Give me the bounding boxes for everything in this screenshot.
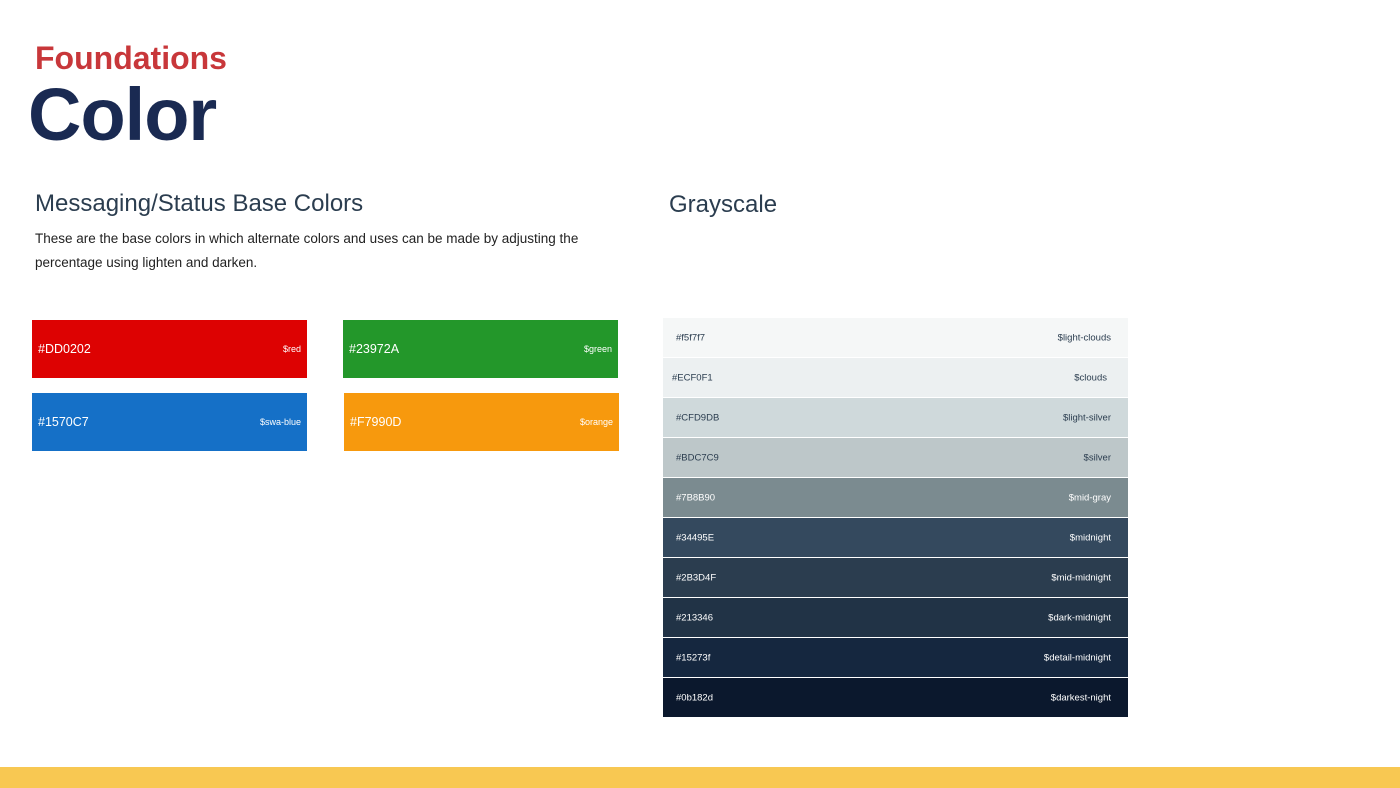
swatch-swa-blue: #1570C7 $swa-blue: [32, 393, 307, 451]
swatch-hex: #DD0202: [38, 342, 91, 356]
grayscale-row-mid-gray: #7B8B90 $mid-gray: [663, 478, 1128, 518]
swatch-hex: #1570C7: [38, 415, 89, 429]
grayscale-variable: $light-clouds: [1057, 332, 1111, 343]
swatch-variable: $orange: [579, 417, 613, 427]
grayscale-variable: $silver: [1083, 452, 1111, 463]
grayscale-hex: #BDC7C9: [676, 452, 719, 463]
grayscale-variable: $midnight: [1069, 532, 1111, 543]
grayscale-hex: #34495E: [676, 532, 715, 543]
grayscale-row-detail-midnight: #15273f $detail-midnight: [663, 638, 1128, 678]
grayscale-list: #f5f7f7 $light-clouds #ECF0F1 $clouds #C…: [663, 318, 1128, 717]
grayscale-row-silver: #BDC7C9 $silver: [663, 438, 1128, 478]
grayscale-variable: $detail-midnight: [1043, 652, 1111, 663]
grayscale-row-clouds: #ECF0F1 $clouds: [663, 358, 1128, 398]
grayscale-row-darkest-night: #0b182d $darkest-night: [663, 678, 1128, 717]
grayscale-row-light-silver: #CFD9DB $light-silver: [663, 398, 1128, 438]
grayscale-hex: #CFD9DB: [676, 412, 720, 423]
grayscale-hex: #7B8B90: [676, 492, 716, 503]
grayscale-variable: $dark-midnight: [1048, 612, 1111, 623]
page-title: Color: [28, 73, 217, 156]
swatch-variable: $green: [583, 344, 612, 354]
swatch-hex: #F7990D: [350, 415, 402, 429]
swatch-red: #DD0202 $red: [32, 320, 307, 378]
grayscale-row-mid-midnight: #2B3D4F $mid-midnight: [663, 558, 1128, 598]
grayscale-heading: Grayscale: [669, 191, 778, 218]
grayscale-hex: #15273f: [676, 652, 711, 663]
grayscale-hex: #ECF0F1: [672, 372, 713, 383]
grayscale-hex: #f5f7f7: [676, 332, 706, 343]
grayscale-variable: $light-silver: [1062, 412, 1111, 423]
grayscale-hex: #213346: [676, 612, 713, 623]
grayscale-hex: #2B3D4F: [676, 572, 717, 583]
grayscale-row-light-clouds: #f5f7f7 $light-clouds: [663, 318, 1128, 358]
grayscale-variable: $mid-gray: [1068, 492, 1111, 503]
swatch-variable: $red: [282, 344, 301, 354]
grayscale-variable: $clouds: [1074, 372, 1107, 383]
messaging-heading: Messaging/Status Base Colors: [35, 190, 364, 217]
swatch-orange: #F7990D $orange: [344, 393, 619, 451]
footer-accent-bar: [0, 767, 1400, 788]
grayscale-row-dark-midnight: #213346 $dark-midnight: [663, 598, 1128, 638]
grayscale-hex: #0b182d: [676, 692, 713, 703]
swatch-variable: $swa-blue: [259, 417, 301, 427]
grayscale-variable: $mid-midnight: [1051, 572, 1111, 583]
swatch-hex: #23972A: [349, 342, 400, 356]
swatch-green: #23972A $green: [343, 320, 618, 378]
grayscale-row-midnight: #34495E $midnight: [663, 518, 1128, 558]
grayscale-variable: $darkest-night: [1050, 692, 1111, 703]
messaging-description: These are the base colors in which alter…: [35, 231, 579, 270]
